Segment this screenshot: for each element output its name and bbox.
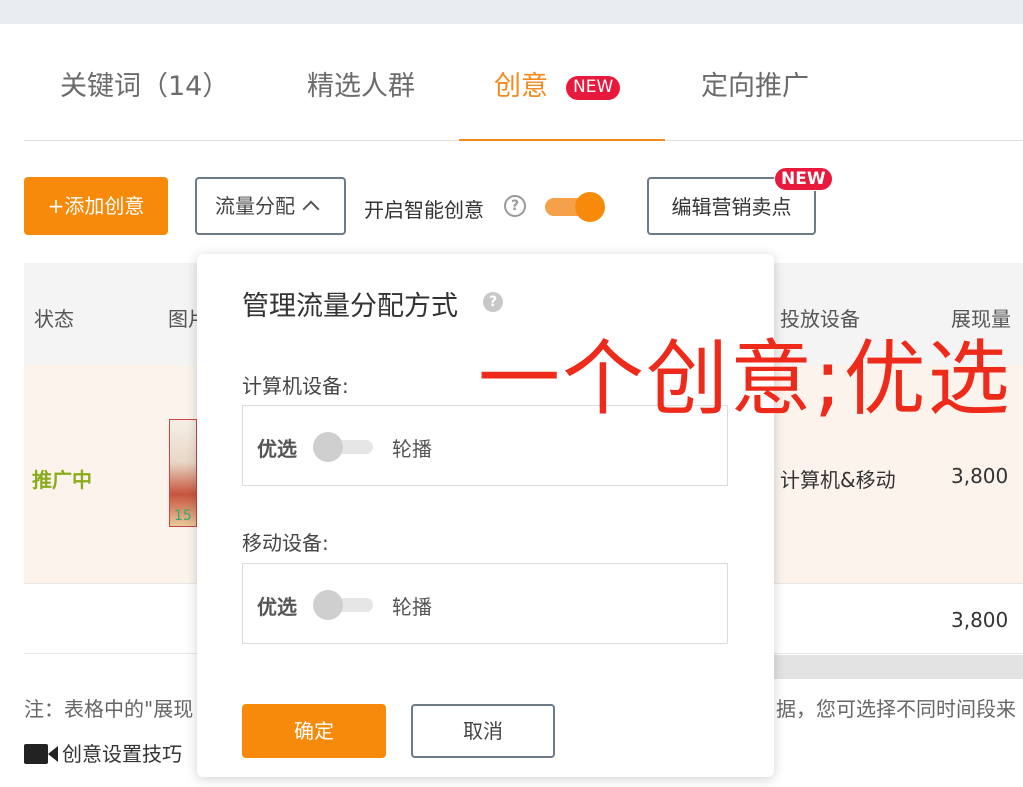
computer-device-label: 计算机设备: (242, 374, 349, 398)
new-badge: NEW (566, 75, 621, 100)
mobile-device-setting: 优选 轮播 (242, 563, 728, 644)
help-icon[interactable]: ? (483, 292, 503, 312)
traffic-allocation-label: 流量分配 (215, 194, 295, 218)
cancel-button[interactable]: 取消 (411, 704, 555, 758)
creative-thumbnail[interactable]: 15 (169, 419, 197, 527)
creative-tips-link[interactable]: 创意设置技巧 (24, 738, 182, 767)
traffic-allocation-button[interactable]: 流量分配 (195, 177, 346, 235)
thumbnail-text: 15 (174, 508, 192, 524)
video-camera-icon (24, 743, 58, 764)
device-cell: 计算机&移动 (780, 468, 896, 492)
column-header-status: 状态 (34, 307, 74, 331)
tab-keywords[interactable]: 关键词（14） (60, 64, 229, 103)
toggle-knob (313, 590, 343, 620)
toggle-knob (313, 432, 343, 462)
add-creative-button[interactable]: +添加创意 (24, 177, 168, 235)
tab-creative[interactable]: 创意 NEW (494, 64, 621, 103)
tab-targeting[interactable]: 定向推广 (701, 64, 809, 103)
option-rotation-label: 轮播 (392, 437, 432, 461)
handwritten-annotation: 一个创意;优选 (478, 332, 1012, 427)
option-preferred-label: 优选 (257, 437, 297, 461)
tab-audience[interactable]: 精选人群 (307, 64, 415, 103)
chevron-up-icon (302, 200, 320, 218)
impressions-total-cell: 3,800 (951, 608, 1009, 632)
active-tab-indicator (459, 139, 665, 141)
creative-tips-label: 创意设置技巧 (62, 742, 182, 766)
tab-bar: 关键词（14） 精选人群 创意 NEW 定向推广 (24, 24, 1023, 141)
smart-creative-toggle[interactable] (545, 192, 605, 222)
table-note-continued: 据，您可选择不同时间段来 (776, 697, 1016, 721)
smart-creative-label: 开启智能创意 (364, 198, 484, 222)
computer-allocation-toggle[interactable] (313, 432, 373, 462)
table-note: 注：表格中的"展现 (24, 697, 194, 721)
help-icon[interactable]: ? (504, 195, 526, 217)
toggle-knob (575, 192, 605, 222)
top-bar (0, 0, 1023, 24)
horizontal-scrollbar[interactable] (774, 655, 1023, 679)
mobile-allocation-toggle[interactable] (313, 590, 373, 620)
tab-creative-label: 创意 (494, 71, 548, 102)
confirm-button[interactable]: 确定 (242, 704, 386, 758)
impressions-cell: 3,800 (951, 464, 1009, 488)
option-preferred-label: 优选 (257, 595, 297, 619)
mobile-device-label: 移动设备: (242, 531, 329, 555)
new-badge: NEW (774, 167, 833, 191)
status-badge: 推广中 (32, 468, 92, 492)
popover-title: 管理流量分配方式 (242, 291, 458, 322)
option-rotation-label: 轮播 (392, 595, 432, 619)
